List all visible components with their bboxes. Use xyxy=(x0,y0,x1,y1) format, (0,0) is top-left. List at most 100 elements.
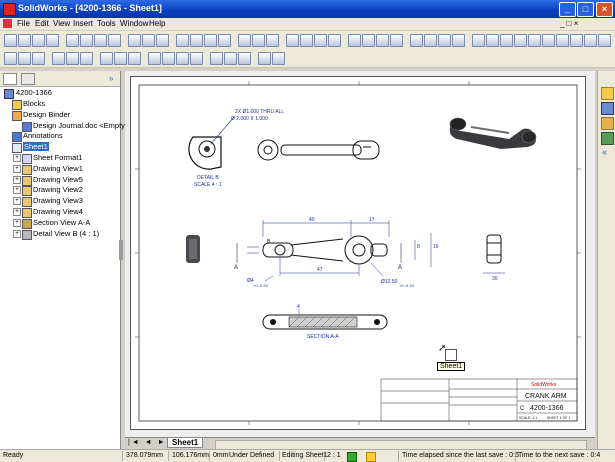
menu-tools[interactable]: Tools xyxy=(97,19,116,28)
toolbar-button-icon[interactable] xyxy=(266,34,279,47)
expand-icon[interactable]: + xyxy=(13,154,21,162)
toolbar-button-icon[interactable] xyxy=(452,34,465,47)
menu-view[interactable]: View xyxy=(53,19,70,28)
toolbar-button-icon[interactable] xyxy=(328,34,341,47)
home-icon[interactable] xyxy=(601,87,614,100)
toolbar-button-icon[interactable] xyxy=(4,34,17,47)
expand-icon[interactable]: + xyxy=(13,218,21,227)
toolbar-button-icon[interactable] xyxy=(128,34,141,47)
toolbar-button-icon[interactable] xyxy=(18,34,31,47)
toolbar-button-icon[interactable] xyxy=(598,34,611,47)
toolbar-button-icon[interactable] xyxy=(438,34,451,47)
toolbar-button-icon[interactable] xyxy=(162,52,175,65)
toolbar-button-icon[interactable] xyxy=(514,34,527,47)
toolbar-button-icon[interactable] xyxy=(128,52,141,65)
toolbar-button-icon[interactable] xyxy=(80,34,93,47)
menu-edit[interactable]: Edit xyxy=(35,19,49,28)
toolbar-button-icon[interactable] xyxy=(190,34,203,47)
feature-manager-tab[interactable] xyxy=(3,73,17,85)
toolbar-button-icon[interactable] xyxy=(66,34,79,47)
toolbar-button-icon[interactable] xyxy=(238,34,251,47)
toolbar-button-icon[interactable] xyxy=(114,52,127,65)
toolbar-button-icon[interactable] xyxy=(500,34,513,47)
toolbar-button-icon[interactable] xyxy=(472,34,485,47)
expand-icon[interactable]: + xyxy=(13,197,21,206)
toolbar-button-icon[interactable] xyxy=(410,34,423,47)
doc-window-controls[interactable]: _ □ × xyxy=(560,19,578,28)
front-view[interactable] xyxy=(262,235,388,265)
toolbar-button-icon[interactable] xyxy=(376,34,389,47)
toolbar-button-icon[interactable] xyxy=(108,34,121,47)
toolbar-button-icon[interactable] xyxy=(584,34,597,47)
toolbar-button-icon[interactable] xyxy=(486,34,499,47)
menu-help[interactable]: Help xyxy=(149,19,165,28)
toolbar-button-icon[interactable] xyxy=(362,34,375,47)
toolbar-button-icon[interactable] xyxy=(204,34,217,47)
drawing-view-icon xyxy=(22,197,32,208)
toolbar-button-icon[interactable] xyxy=(100,52,113,65)
toolbar-button-icon[interactable] xyxy=(32,34,45,47)
toolbar-button-icon[interactable] xyxy=(528,34,541,47)
toolbar-button-icon[interactable] xyxy=(176,34,189,47)
toolbar-button-icon[interactable] xyxy=(218,34,231,47)
toolbar-button-icon[interactable] xyxy=(314,34,327,47)
expand-icon[interactable]: + xyxy=(13,186,21,195)
minimize-button[interactable]: _ xyxy=(559,2,576,17)
toolbar-button-icon[interactable] xyxy=(348,34,361,47)
drawing-sheet[interactable]: 2X Ø1.000 THRU ALL Ø 2.000 ⊼ 1.000 DETAI… xyxy=(130,76,586,430)
toolbar-button-icon[interactable] xyxy=(390,34,403,47)
menu-insert[interactable]: Insert xyxy=(73,19,93,28)
toolbar-button-icon[interactable] xyxy=(94,34,107,47)
expand-icon[interactable]: + xyxy=(13,164,21,173)
toolbar-button-icon[interactable] xyxy=(252,34,265,47)
property-manager-tab[interactable] xyxy=(21,73,35,85)
menu-file[interactable]: File xyxy=(17,19,30,28)
expand-icon[interactable]: + xyxy=(13,175,21,184)
file-explorer-icon[interactable] xyxy=(601,117,614,130)
document-icon[interactable] xyxy=(3,19,12,28)
status-z: 0mm xyxy=(213,452,229,459)
toolbar-button-icon[interactable] xyxy=(176,52,189,65)
expand-icon[interactable]: + xyxy=(13,229,21,238)
expand-pane-icon[interactable]: « xyxy=(602,147,607,157)
toolbar-button-icon[interactable] xyxy=(286,34,299,47)
toolbar-button-icon[interactable] xyxy=(52,52,65,65)
toolbar-button-icon[interactable] xyxy=(224,52,237,65)
toolbar-button-icon[interactable] xyxy=(300,34,313,47)
collapse-pane-icon[interactable]: » xyxy=(109,74,113,83)
pane-splitter[interactable] xyxy=(119,240,123,260)
toolbar-button-icon[interactable] xyxy=(210,52,223,65)
expand-icon[interactable]: + xyxy=(13,208,21,216)
top-view[interactable] xyxy=(257,139,380,161)
view-palette-icon[interactable] xyxy=(601,132,614,145)
detail-view-b[interactable] xyxy=(188,116,235,170)
annotations-icon xyxy=(12,132,22,143)
toolbar-button-icon[interactable] xyxy=(570,34,583,47)
toolbar-button-icon[interactable] xyxy=(542,34,555,47)
toolbar-button-icon[interactable] xyxy=(424,34,437,47)
toolbar-button-icon[interactable] xyxy=(556,34,569,47)
toolbar-button-icon[interactable] xyxy=(32,52,45,65)
toolbar-button-icon[interactable] xyxy=(258,52,271,65)
toolbar-button-icon[interactable] xyxy=(66,52,79,65)
tree-item-label: Blocks xyxy=(23,99,46,108)
toolbar-button-icon[interactable] xyxy=(80,52,93,65)
toolbar-button-icon[interactable] xyxy=(148,52,161,65)
left-side-view[interactable] xyxy=(186,235,200,263)
toolbar-button-icon[interactable] xyxy=(18,52,31,65)
toolbar-button-icon[interactable] xyxy=(190,52,203,65)
right-side-view[interactable] xyxy=(483,234,505,274)
library-icon[interactable] xyxy=(601,102,614,115)
toolbar-button-icon[interactable] xyxy=(46,34,59,47)
toolbar-button-icon[interactable] xyxy=(272,52,285,65)
section-view-a-a[interactable] xyxy=(262,309,388,330)
toolbar-button-icon[interactable] xyxy=(4,52,17,65)
menu-window[interactable]: Window xyxy=(120,19,148,28)
toolbar-button-icon[interactable] xyxy=(142,34,155,47)
toolbar-button-icon[interactable] xyxy=(156,34,169,47)
close-button[interactable]: × xyxy=(596,2,613,17)
maximize-button[interactable]: □ xyxy=(577,2,594,17)
isometric-view[interactable] xyxy=(449,117,537,149)
toolbar-button-icon[interactable] xyxy=(238,52,251,65)
tab-sheet1[interactable]: Sheet1 xyxy=(167,438,204,448)
